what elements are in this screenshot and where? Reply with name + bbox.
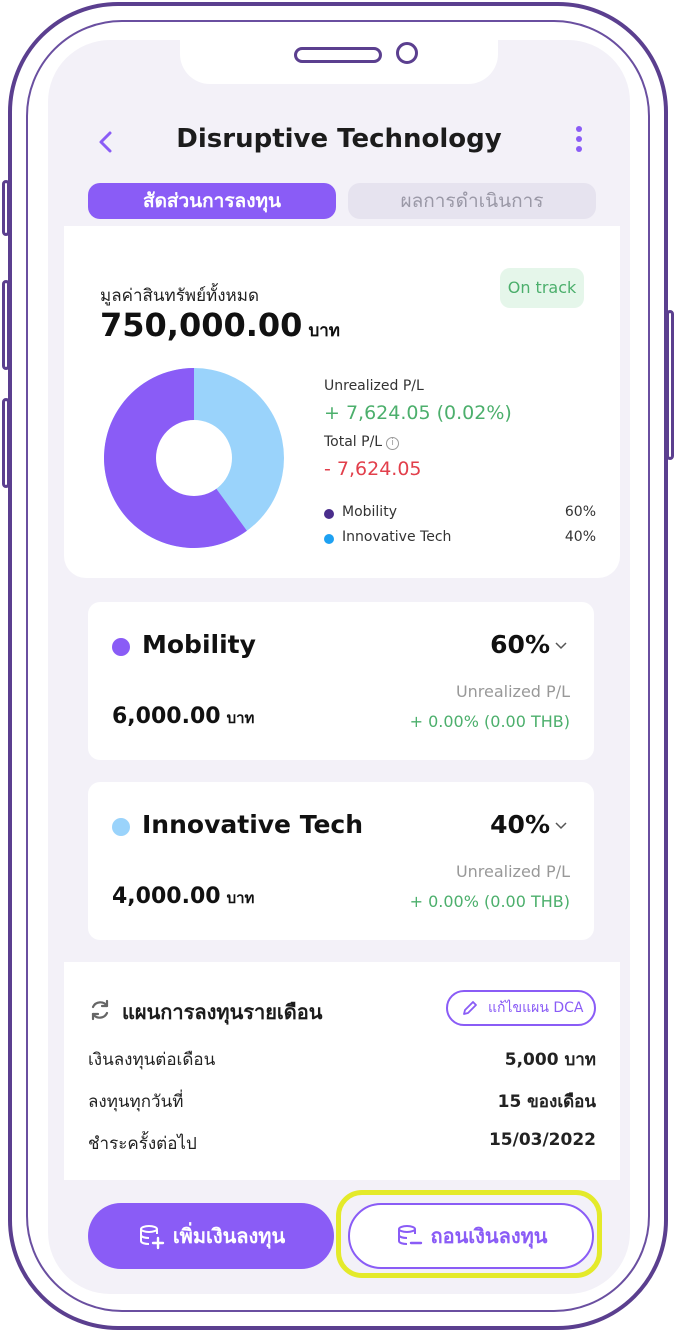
total-pl-value: - 7,624.05 <box>324 458 422 480</box>
asset-value: 6,000.00 บาท <box>112 704 254 730</box>
plan-row-invest-day: ลงทุนทุกวันที่ 15 ของเดือน <box>88 1088 596 1112</box>
status-badge: On track <box>500 268 584 308</box>
asset-dot-innovative-tech <box>112 818 130 836</box>
legend-dot-mobility <box>324 509 334 519</box>
plan-row-key: ชำระครั้งต่อไป <box>88 1134 197 1154</box>
total-pl-label-text: Total P/L <box>324 434 383 450</box>
total-value-unit: บาท <box>308 321 340 341</box>
plan-title: แผนการลงทุนรายเดือน <box>122 1000 323 1024</box>
donut-hole <box>156 420 232 496</box>
unrealized-pl-label: Unrealized P/L <box>324 378 424 394</box>
total-assets-label: มูลค่าสินทรัพย์ทั้งหมด <box>100 286 260 306</box>
tab-allocation[interactable]: สัดส่วนการลงทุน <box>88 183 336 219</box>
total-value-amount: 750,000.00 <box>100 306 303 344</box>
allocation-donut-chart <box>104 368 284 548</box>
edit-dca-button[interactable]: แก้ไขแผน DCA <box>446 990 596 1026</box>
legend-item-mobility: Mobility 60% <box>324 504 596 524</box>
page-title: Disruptive Technology <box>176 124 502 154</box>
tab-bar: สัดส่วนการลงทุน ผลการดำเนินการ <box>86 183 598 219</box>
header: Disruptive Technology <box>48 120 630 164</box>
camera-icon <box>396 42 418 64</box>
add-investment-label: เพิ่มเงินลงทุน <box>172 1224 286 1248</box>
asset-value-amount: 4,000.00 <box>112 884 221 909</box>
legend-item-innovative-tech: Innovative Tech 40% <box>324 529 596 549</box>
chevron-down-icon[interactable] <box>554 638 568 654</box>
plan-row-key: เงินลงทุนต่อเดือน <box>88 1050 216 1070</box>
plan-row-key: ลงทุนทุกวันที่ <box>88 1092 184 1112</box>
withdraw-button-highlight <box>336 1190 602 1278</box>
asset-pl-value: + 0.00% (0.00 THB) <box>409 712 570 731</box>
phone-side-button <box>2 180 10 236</box>
unrealized-pl-value: + 7,624.05 (0.02%) <box>324 402 512 424</box>
phone-power-button <box>666 310 674 460</box>
plan-row-value: 15/03/2022 <box>488 1130 596 1150</box>
asset-percent: 60% <box>490 630 550 659</box>
phone-notch <box>180 40 498 84</box>
asset-value-unit: บาท <box>226 709 255 727</box>
asset-pl-label: Unrealized P/L <box>455 862 570 881</box>
speaker-icon <box>294 47 382 63</box>
asset-pl-label: Unrealized P/L <box>455 682 570 701</box>
asset-percent: 40% <box>490 810 550 839</box>
asset-dot-mobility <box>112 638 130 656</box>
tab-performance[interactable]: ผลการดำเนินการ <box>348 183 596 219</box>
app-screen: Disruptive Technology สัดส่วนการลงทุน ผล… <box>48 40 630 1294</box>
asset-card-mobility[interactable]: Mobility 60% 6,000.00 บาท Unrealized P/L … <box>88 602 594 760</box>
summary-card: มูลค่าสินทรัพย์ทั้งหมด 750,000.00 บาท On … <box>64 226 620 578</box>
pencil-icon <box>463 1001 477 1015</box>
plan-row-value: 5,000 บาท <box>504 1050 596 1070</box>
asset-name: Innovative Tech <box>142 810 364 839</box>
add-investment-button[interactable]: เพิ่มเงินลงทุน <box>88 1203 334 1269</box>
legend-name: Mobility <box>342 504 397 520</box>
chevron-down-icon[interactable] <box>554 818 568 834</box>
legend-dot-innovative-tech <box>324 534 334 544</box>
asset-pl-value: + 0.00% (0.00 THB) <box>409 892 570 911</box>
legend-percent: 40% <box>564 529 596 545</box>
legend-name: Innovative Tech <box>342 529 452 545</box>
plan-row-value: 15 ของเดือน <box>497 1092 596 1112</box>
asset-card-innovative-tech[interactable]: Innovative Tech 40% 4,000.00 บาท Unrealiz… <box>88 782 594 940</box>
total-pl-label: Total P/L i <box>324 434 400 450</box>
monthly-plan-card: แผนการลงทุนรายเดือน แก้ไขแผน DCA เงินลงท… <box>64 962 620 1180</box>
asset-value: 4,000.00 บาท <box>112 884 254 910</box>
plan-row-next-payment: ชำระครั้งต่อไป 15/03/2022 <box>88 1130 596 1154</box>
phone-volume-down <box>2 398 10 488</box>
asset-value-amount: 6,000.00 <box>112 704 221 729</box>
phone-volume-up <box>2 280 10 370</box>
refresh-icon <box>91 999 109 1021</box>
info-icon[interactable]: i <box>386 437 400 450</box>
total-assets-value: 750,000.00 บาท <box>100 306 340 344</box>
asset-value-unit: บาท <box>226 889 255 907</box>
asset-name: Mobility <box>142 630 256 659</box>
legend-percent: 60% <box>564 504 596 520</box>
more-options-icon[interactable] <box>576 126 584 156</box>
coins-add-icon <box>139 1225 165 1250</box>
plan-row-monthly-amount: เงินลงทุนต่อเดือน 5,000 บาท <box>88 1046 596 1070</box>
edit-dca-label: แก้ไขแผน DCA <box>488 1000 584 1016</box>
